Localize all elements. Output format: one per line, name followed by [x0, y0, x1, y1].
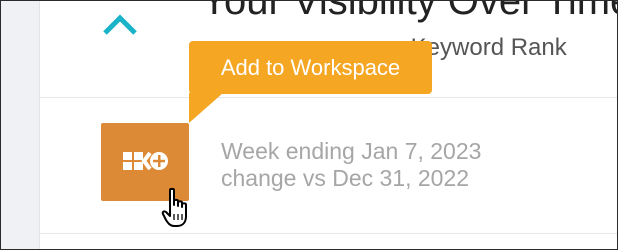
chevron-up-icon: [103, 14, 137, 35]
change-vs-label: change vs Dec 31, 2022: [221, 165, 470, 191]
collapse-button[interactable]: [100, 7, 140, 41]
divider: [40, 233, 617, 234]
page-title: Your Visibility Over Time: [201, 0, 618, 23]
tooltip-pointer: [189, 93, 223, 123]
left-sidebar-strip: [1, 1, 40, 249]
hand-pointer-cursor-icon: [161, 187, 187, 227]
week-ending-label: Week ending Jan 7, 2023: [221, 138, 482, 164]
add-to-workspace-tooltip: Add to Workspace: [189, 41, 432, 94]
add-to-workspace-icon: [123, 151, 168, 171]
divider: [40, 97, 617, 98]
app-frame: Your Visibility Over Time r Keyword Rank…: [0, 0, 618, 250]
week-info: Week ending Jan 7, 2023 change vs Dec 31…: [221, 138, 481, 192]
